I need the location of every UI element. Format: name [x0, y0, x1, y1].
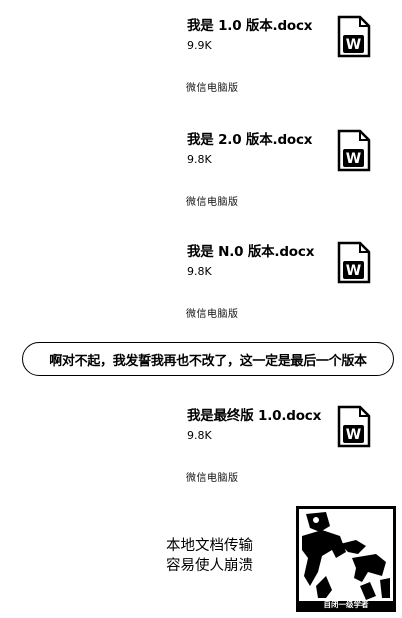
file-size: 9.8K: [187, 153, 212, 166]
meme-image: 自闭一级学者: [296, 506, 396, 612]
file-name: 我是 N.0 版本.docx: [187, 244, 315, 260]
svg-text:W: W: [346, 37, 361, 53]
file-message-card[interactable]: 我是 1.0 版本.docx 9.9K W 微信电脑版: [170, 12, 400, 117]
file-size: 9.9K: [187, 39, 212, 52]
word-doc-icon: W: [337, 241, 371, 284]
file-message-card[interactable]: 我是 2.0 版本.docx 9.8K W 微信电脑版: [170, 126, 400, 231]
meme-image-caption: 自闭一级学者: [324, 599, 369, 609]
file-source: 微信电脑版: [186, 473, 239, 484]
file-source: 微信电脑版: [186, 83, 239, 94]
word-doc-icon: W: [337, 405, 371, 448]
svg-text:W: W: [346, 151, 361, 167]
file-name: 我是 1.0 版本.docx: [187, 18, 313, 34]
caption-line: 容易使人崩溃: [166, 558, 253, 574]
file-message-card[interactable]: 我是 N.0 版本.docx 9.8K W 微信电脑版: [170, 238, 400, 343]
word-doc-icon: W: [337, 129, 371, 172]
svg-text:W: W: [346, 427, 361, 443]
file-name: 我是最终版 1.0.docx: [187, 408, 322, 424]
word-doc-icon: W: [337, 15, 371, 58]
svg-text:W: W: [346, 263, 361, 279]
file-size: 9.8K: [187, 265, 212, 278]
file-source: 微信电脑版: [186, 197, 239, 208]
chat-message-text: 啊对不起，我发誓我再也不改了，这一定是最后一个版本: [49, 354, 367, 369]
file-message-card[interactable]: 我是最终版 1.0.docx 9.8K W 微信电脑版: [170, 402, 400, 507]
meme-caption: 本地文档传输 容易使人崩溃: [166, 536, 253, 576]
chat-message-bubble: 啊对不起，我发誓我再也不改了，这一定是最后一个版本: [22, 342, 394, 376]
file-size: 9.8K: [187, 429, 212, 442]
file-name: 我是 2.0 版本.docx: [187, 132, 313, 148]
caption-line: 本地文档传输: [166, 538, 253, 554]
file-source: 微信电脑版: [186, 309, 239, 320]
